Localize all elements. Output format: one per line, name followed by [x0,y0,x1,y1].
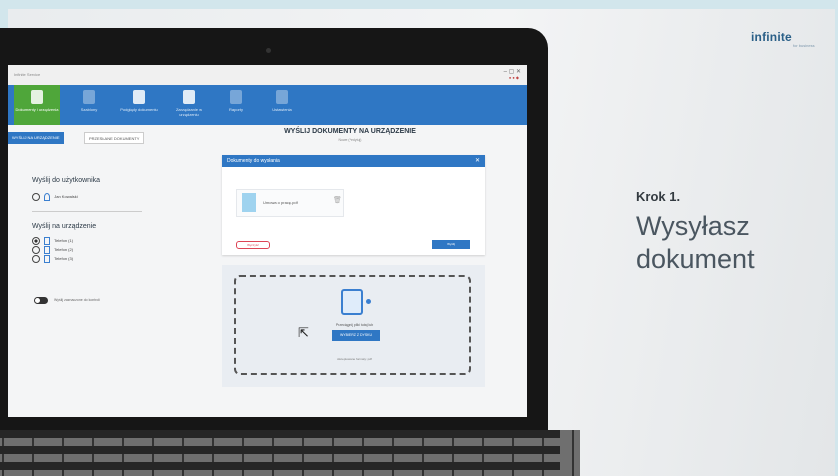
settings-icon [276,90,288,104]
radio-button[interactable] [32,255,40,263]
device-option[interactable]: Telefon (2) [32,246,73,254]
radio-button[interactable] [32,246,40,254]
accepted-formats: Akceptowane formaty: pdf [337,357,372,361]
user-name: Jan Kowalski [54,194,78,200]
phone-icon [44,237,51,245]
send-to-user-heading: Wyślij do użytkownika [32,177,101,184]
keyboard-row [0,430,560,438]
file-icon [242,193,256,212]
divider [32,211,142,212]
window-controls[interactable]: – ▢ ✕ [504,68,521,75]
ribbon-label: Zarządzanie w urządzeniu [175,107,202,117]
window-titlebar: Infinite Service – ▢ ✕ ● ● ◆ [8,65,527,86]
tab-send-to-device[interactable]: WYŚLIJ NA URZĄDZENIE [8,132,64,144]
choose-from-disk-button[interactable]: WYBIERZ Z DYSKU [332,330,380,341]
ribbon-item-reports[interactable]: Raporty [216,85,256,125]
trash-icon[interactable]: 🗑 [333,196,342,204]
mouse-cursor-icon: ⇱ [298,325,309,340]
template-icon [83,90,95,104]
file-item[interactable]: Umowa o pracę.pdf 🗑 [236,189,344,217]
send-to-device-heading: Wyślij na urządzenie [32,223,97,230]
user-icon [44,193,51,201]
brand-logo: infinite [751,30,792,44]
file-drop-zone[interactable]: Przeciągnij pliki tutaj lub WYBIERZ Z DY… [234,275,471,375]
device-label: Telefon (3) [54,256,74,262]
page-subtitle: Nowe (*edytuj) [338,138,362,142]
device-label: Telefon (1) [54,238,74,244]
drop-instructions: Przeciągnij pliki tutaj lub [335,323,374,327]
user-option[interactable]: Jan Kowalski [32,193,78,201]
upload-document-icon [341,289,363,315]
close-icon[interactable]: ✕ [475,157,480,164]
documents-card-header: Dokumenty do wysłania ✕ [222,155,485,167]
keyboard-row [0,462,560,470]
upload-indicator-icon [366,299,371,304]
ribbon-label: Ustawienia [272,107,292,112]
file-name: Umowa o pracę.pdf [263,200,298,205]
device-label: Telefon (2) [54,247,74,253]
ribbon-item-documents[interactable]: Dokumenty i urządzenia [14,85,60,125]
toolbar-icons[interactable]: ● ● ◆ [509,75,519,80]
phone-icon [44,246,51,254]
keyboard-row [0,446,560,454]
phone-document-icon [31,90,43,104]
ribbon-item-manage[interactable]: Zarządzanie w urządzeniu [166,85,212,125]
documents-card-title: Dokumenty do wysłania [227,158,280,164]
ribbon-label: Raporty [228,107,243,112]
tab-sent-documents[interactable]: PRZESŁANE DOKUMENTY [84,132,145,144]
step-title: Wysyłasz dokument [636,211,755,274]
page-title: WYŚLIJ DOKUMENTY NA URZĄDZENIE [284,128,416,135]
ribbon-item-settings[interactable]: Ustawienia [260,85,304,125]
ribbon-item-preview[interactable]: Podglądy dokumentu [116,85,162,125]
preview-icon [133,90,145,104]
manage-icon [183,90,195,104]
toggle-label: Wyślij zaznaczone do kontroli [54,298,100,302]
documents-card: Dokumenty do wysłania ✕ Umowa o pracę.pd… [222,155,485,255]
ribbon-item-templates[interactable]: Szablony [66,85,112,125]
phone-icon [44,255,51,263]
review-toggle[interactable] [34,297,48,304]
laptop-screen: Infinite Service – ▢ ✕ ● ● ◆ Dokumenty i… [8,65,527,417]
ribbon-label: Szablony [80,107,98,112]
device-option[interactable]: Telefon (3) [32,255,73,263]
device-option[interactable]: Telefon (1) [32,237,73,245]
brand-subtitle: for business [793,43,815,48]
upload-card: Przeciągnij pliki tutaj lub WYBIERZ Z DY… [222,265,485,387]
camera-icon [266,48,271,53]
clear-button[interactable]: Wyczyść [236,241,270,249]
send-button[interactable]: Wyślij [432,240,470,249]
radio-button[interactable] [32,237,40,245]
window-title: Infinite Service [14,72,41,77]
ribbon-label: Dokumenty i urządzenia [15,107,59,112]
step-label: Krok 1. [636,189,681,204]
ribbon-label: Podglądy dokumentu [120,107,158,112]
radio-button[interactable] [32,193,40,201]
ribbon-toolbar: Dokumenty i urządzenia Szablony Podglądy… [8,85,527,125]
reports-icon [230,90,242,104]
